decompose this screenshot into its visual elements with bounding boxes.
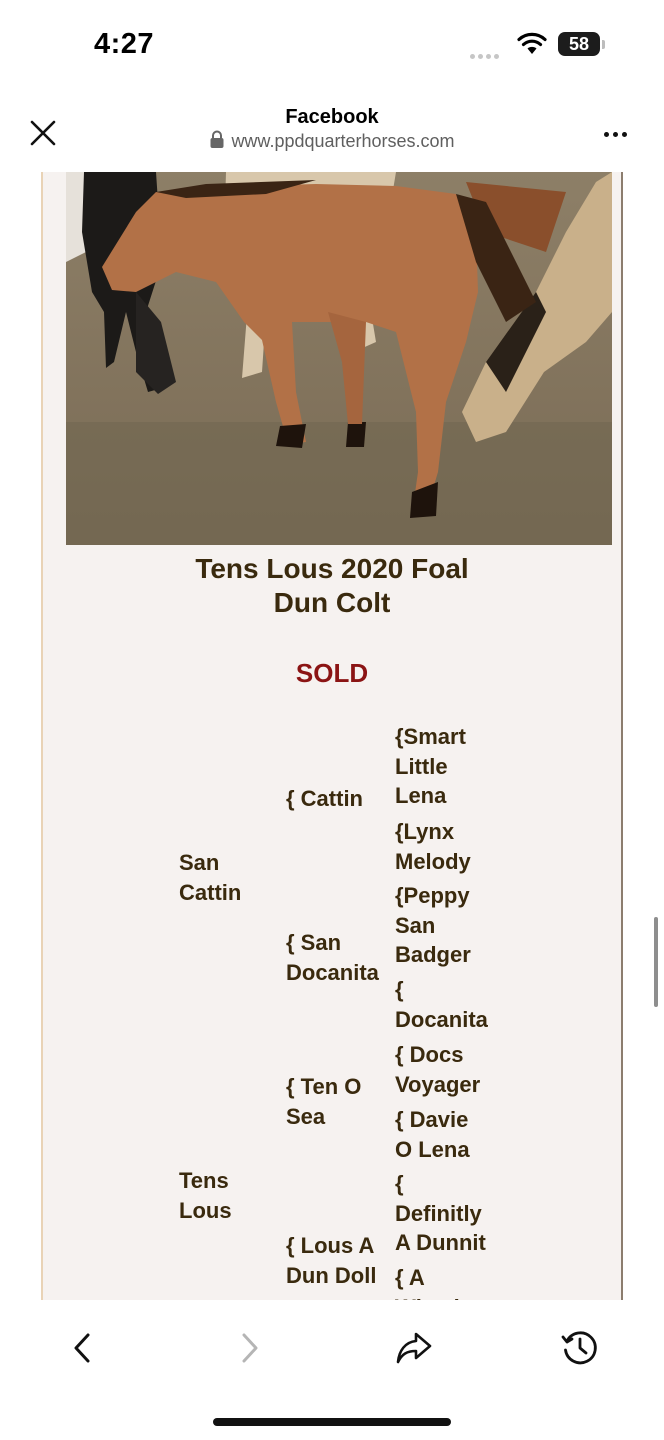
history-icon[interactable] — [560, 1328, 600, 1368]
pedigree-gen3-3: {Peppy San Badger — [395, 883, 471, 967]
pedigree-dam-sire: { Ten O Sea — [286, 1074, 362, 1129]
pedigree-dam-dam: { Lous A Dun Doll — [286, 1233, 377, 1288]
browser-toolbar — [0, 1300, 664, 1440]
status-bar: 4:27 58 — [0, 0, 664, 90]
clock-time: 4:27 — [94, 28, 155, 60]
pedigree-gen3-5: { Docs Voyager — [395, 1042, 481, 1097]
pedigree-gen3-7: { Definitly A Dunnit — [395, 1171, 486, 1255]
pedigree-sire-sire: { Cattin — [286, 786, 363, 811]
pedigree-gen3-1: {Smart Little Lena — [395, 724, 466, 808]
page-title: Facebook — [285, 106, 379, 128]
chevron-right-icon[interactable] — [230, 1328, 270, 1368]
scrollbar-thumb[interactable] — [654, 917, 658, 1007]
chevron-left-icon[interactable] — [62, 1328, 102, 1368]
pedigree-gen3-2: {Lynx Melody — [395, 819, 471, 874]
cellular-signal-icon — [470, 46, 502, 64]
battery-icon: 58 — [558, 32, 600, 56]
pedigree-gen3-6: { Davie O Lena — [395, 1107, 470, 1162]
pedigree-sire: San Cattin — [179, 850, 242, 905]
url-bar[interactable]: www.ppdquarterhorses.com — [0, 130, 664, 152]
web-content: Tens Lous 2020 Foal Dun Colt SOLD San Ca… — [0, 172, 664, 1300]
share-icon[interactable] — [394, 1328, 434, 1368]
browser-header: Facebook www.ppdquarterhorses.com — [0, 90, 664, 173]
headline-line-2: Dun Colt — [273, 587, 391, 618]
more-icon[interactable] — [604, 124, 638, 138]
url-text: www.ppdquarterhorses.com — [231, 131, 455, 151]
home-indicator[interactable] — [213, 1418, 451, 1426]
horse-photo — [66, 172, 612, 545]
pedigree-dam: Tens Lous — [179, 1168, 232, 1223]
battery-tip — [602, 40, 605, 49]
wifi-icon — [517, 32, 547, 54]
headline-line-1: Tens Lous 2020 Foal — [195, 553, 469, 584]
lock-icon — [210, 130, 224, 148]
pedigree-gen3-4: { Docanita — [395, 977, 488, 1032]
sold-label: SOLD — [295, 658, 369, 688]
pedigree-sire-dam: { San Docanita — [286, 930, 379, 985]
article-headline: Tens Lous 2020 Foal Dun Colt — [41, 552, 623, 620]
pedigree-gen3-8: { A Wheel — [395, 1265, 460, 1300]
